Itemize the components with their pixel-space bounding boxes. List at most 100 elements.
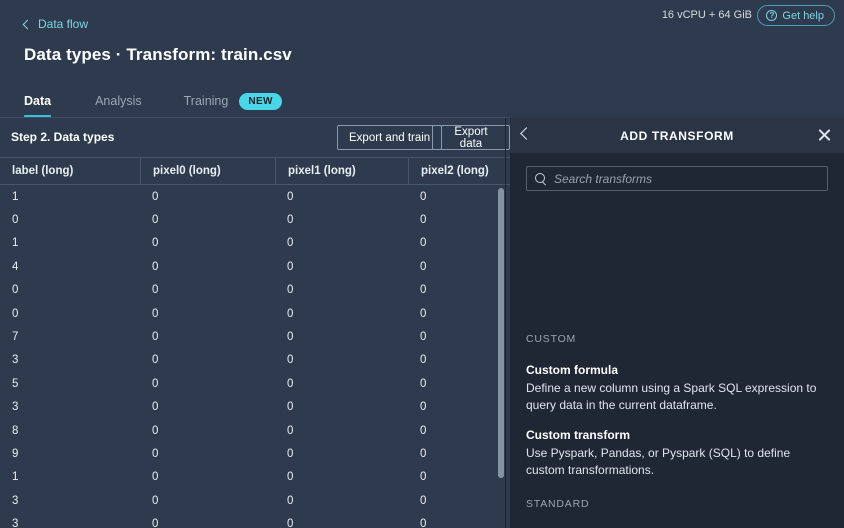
table-cell: 0 — [287, 471, 294, 484]
table-cell: 1 — [12, 237, 19, 250]
table-cell: 0 — [420, 401, 427, 414]
get-help-button[interactable]: ? Get help — [757, 5, 835, 26]
chevron-left-icon — [22, 19, 33, 29]
table-cell: 7 — [12, 331, 19, 344]
table-cell: 0 — [420, 214, 427, 227]
tab-training[interactable]: Training NEW — [184, 86, 282, 116]
table-cell: 1 — [12, 190, 19, 203]
tab-bar: Data Analysis Training NEW — [0, 86, 510, 118]
export-and-train-button[interactable]: Export and train — [337, 125, 443, 150]
table-cell: 0 — [152, 518, 159, 528]
table-cell: 0 — [152, 447, 159, 460]
table-cell: 0 — [12, 284, 19, 297]
table-row: 1 0 0 0 — [0, 466, 510, 489]
back-link-label: Data flow — [38, 17, 89, 31]
close-icon[interactable] — [816, 127, 832, 143]
table-cell: 0 — [287, 307, 294, 320]
table-cell: 0 — [420, 190, 427, 203]
table-cell: 0 — [152, 237, 159, 250]
table-cell: 0 — [420, 424, 427, 437]
table-cell: 0 — [152, 424, 159, 437]
table-cell: 4 — [12, 260, 19, 273]
table-row: 0 0 0 0 — [0, 279, 510, 302]
data-table: label (long) pixel0 (long) pixel1 (long)… — [0, 157, 510, 528]
tab-analysis-label: Analysis — [95, 94, 142, 108]
transform-item-custom-transform[interactable]: Custom transform Use Pyspark, Pandas, or… — [526, 428, 828, 479]
table-cell: 0 — [152, 331, 159, 344]
table-cell: 0 — [287, 518, 294, 528]
tab-data-label: Data — [24, 94, 52, 108]
table-row: 5 0 0 0 — [0, 372, 510, 395]
table-cell: 0 — [287, 354, 294, 367]
column-header-pixel1[interactable]: pixel1 (long) — [275, 158, 408, 184]
table-row: 0 0 0 0 — [0, 302, 510, 325]
table-row: 9 0 0 0 — [0, 442, 510, 465]
table-cell: 0 — [287, 401, 294, 414]
question-circle-icon: ? — [766, 10, 778, 21]
table-cell: 0 — [152, 494, 159, 507]
column-header-label[interactable]: label (long) — [0, 158, 140, 184]
transform-description: Define a new column using a Spark SQL ex… — [526, 381, 817, 412]
back-to-data-flow-link[interactable]: Data flow — [22, 17, 89, 31]
table-cell: 0 — [287, 331, 294, 344]
table-cell: 5 — [12, 377, 19, 390]
table-cell: 0 — [152, 377, 159, 390]
table-cell: 0 — [152, 354, 159, 367]
column-header-pixel2[interactable]: pixel2 (long) — [408, 158, 510, 184]
search-transforms-field[interactable] — [526, 166, 828, 191]
top-bar: Data flow Data types · Transform: train.… — [0, 0, 844, 118]
table-row: 3 0 0 0 — [0, 512, 510, 528]
table-row: 3 0 0 0 — [0, 396, 510, 419]
section-label-custom: CUSTOM — [526, 333, 577, 345]
search-input[interactable] — [546, 171, 827, 186]
search-icon — [535, 173, 546, 184]
section-label-standard: STANDARD — [526, 498, 590, 510]
table-cell: 0 — [420, 237, 427, 250]
table-cell: 0 — [420, 471, 427, 484]
table-body: 1000000010004000000000007000300050003000… — [0, 185, 510, 528]
table-cell: 0 — [287, 424, 294, 437]
table-cell: 0 — [420, 377, 427, 390]
tab-training-label: Training — [183, 94, 229, 108]
step-toolbar: Step 2. Data types Export and train Expo… — [0, 119, 510, 157]
table-scrollbar-thumb[interactable] — [498, 188, 504, 478]
chevron-left-icon[interactable] — [520, 127, 533, 140]
column-header-pixel0[interactable]: pixel0 (long) — [140, 158, 275, 184]
table-cell: 0 — [287, 284, 294, 297]
table-row: 3 0 0 0 — [0, 349, 510, 372]
table-cell: 9 — [12, 447, 19, 460]
export-data-button[interactable]: Export data — [432, 125, 510, 150]
table-row: 7 0 0 0 — [0, 325, 510, 348]
table-row: 3 0 0 0 — [0, 489, 510, 512]
table-cell: 0 — [287, 237, 294, 250]
table-cell: 0 — [287, 447, 294, 460]
tab-analysis[interactable]: Analysis — [95, 86, 142, 116]
table-cell: 3 — [12, 494, 19, 507]
table-cell: 0 — [287, 214, 294, 227]
panel-divider — [505, 118, 506, 528]
transform-item-custom-formula[interactable]: Custom formula Define a new column using… — [526, 363, 828, 414]
new-badge: NEW — [239, 92, 282, 110]
table-row: 8 0 0 0 — [0, 419, 510, 442]
panel-title: ADD TRANSFORM — [620, 128, 734, 143]
step-title: Step 2. Data types — [11, 130, 115, 144]
table-cell: 0 — [152, 284, 159, 297]
transform-title: Custom transform — [526, 428, 631, 442]
transform-title: Custom formula — [526, 363, 619, 377]
table-cell: 3 — [12, 401, 19, 414]
add-transform-panel: ADD TRANSFORM CUSTOM Custom formula Defi… — [510, 118, 844, 528]
table-cell: 0 — [152, 190, 159, 203]
table-cell: 3 — [12, 518, 19, 528]
table-row: 1 0 0 0 — [0, 232, 510, 255]
tab-data[interactable]: Data — [24, 86, 52, 118]
table-cell: 0 — [420, 307, 427, 320]
table-header-row: label (long) pixel0 (long) pixel1 (long)… — [0, 157, 510, 185]
table-cell: 0 — [152, 307, 159, 320]
app-root: Data flow Data types · Transform: train.… — [0, 0, 844, 528]
table-cell: 0 — [420, 331, 427, 344]
table-cell: 0 — [287, 494, 294, 507]
table-cell: 0 — [152, 260, 159, 273]
table-cell: 0 — [152, 214, 159, 227]
table-cell: 0 — [420, 260, 427, 273]
table-cell: 0 — [12, 307, 19, 320]
